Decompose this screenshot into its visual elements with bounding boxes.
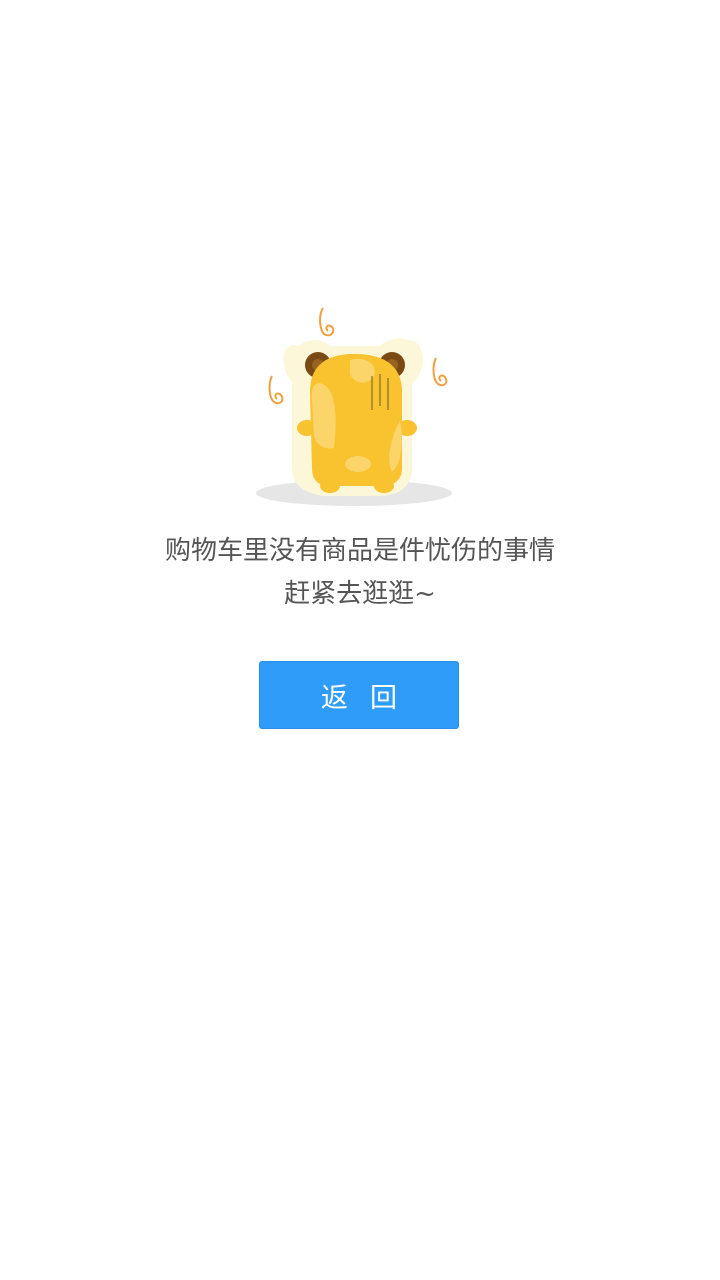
empty-cart-message-line1: 购物车里没有商品是件忧伤的事情 bbox=[164, 536, 555, 566]
empty-cart-page: 购物车里没有商品是件忧伤的事情 赶紧去逛逛~ 返回 bbox=[0, 0, 720, 1280]
empty-cart-message: 购物车里没有商品是件忧伤的事情 赶紧去逛逛~ bbox=[0, 530, 720, 616]
back-button[interactable]: 返回 bbox=[259, 661, 459, 729]
sad-hamster-icon bbox=[250, 300, 460, 515]
empty-cart-message-line2: 赶紧去逛逛~ bbox=[284, 579, 436, 609]
